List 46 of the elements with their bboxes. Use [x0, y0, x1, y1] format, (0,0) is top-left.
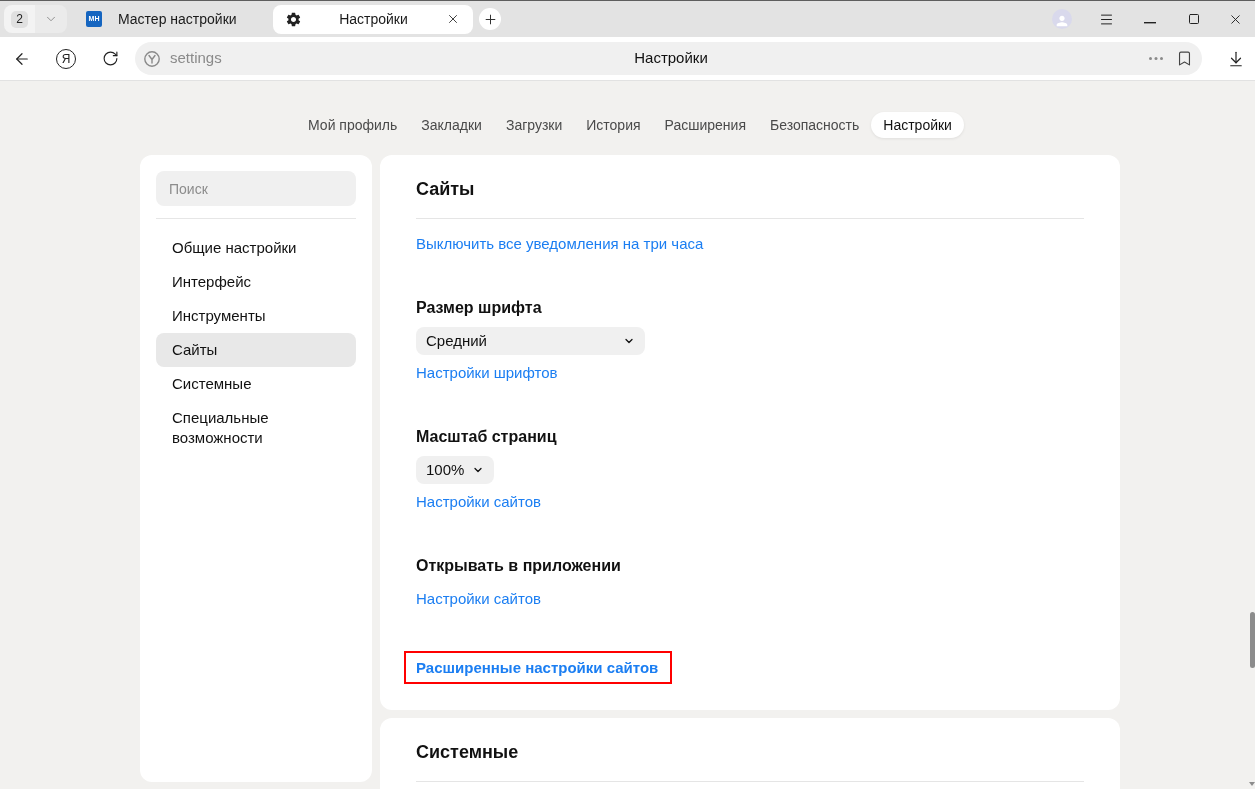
- tab-counter-button[interactable]: 2: [4, 5, 35, 33]
- menu-icon: [1098, 11, 1114, 27]
- sidebar-item[interactable]: Специальные возможности: [156, 401, 356, 455]
- sidebar-item[interactable]: Инструменты: [156, 299, 356, 333]
- nav-tab[interactable]: Мой профиль: [296, 112, 410, 138]
- close-icon: [446, 12, 460, 26]
- tab-title: Мастер настройки: [118, 9, 237, 29]
- scrollbar-thumb[interactable]: [1250, 612, 1255, 668]
- select-dropdown[interactable]: 100%: [416, 456, 495, 484]
- more-dots-icon: [1149, 57, 1163, 60]
- nav-tab[interactable]: Безопасность: [758, 112, 872, 138]
- sidebar-item[interactable]: Интерфейс: [156, 265, 356, 299]
- y-circle-icon: [144, 50, 160, 67]
- sidebar-item[interactable]: Общие настройки: [156, 231, 356, 265]
- browser-tab[interactable]: Настройки: [273, 4, 473, 34]
- nav-tab[interactable]: Загрузки: [493, 112, 575, 138]
- tab-title: Настройки: [338, 9, 409, 29]
- select-dropdown[interactable]: Средний: [416, 327, 645, 355]
- minimize-icon: [1144, 22, 1156, 24]
- nav-tab[interactable]: История: [574, 112, 653, 138]
- nav-tab[interactable]: Закладки: [409, 112, 494, 138]
- url-text: settings: [170, 48, 222, 69]
- new-tab-button[interactable]: [479, 8, 501, 30]
- nav-tab[interactable]: Настройки: [871, 112, 964, 138]
- setting-heading: Масштаб страниц: [416, 427, 557, 447]
- address-field[interactable]: settings Настройки: [135, 42, 1202, 75]
- settings-link[interactable]: Настройки шрифтов: [416, 362, 558, 383]
- maximize-icon: [1188, 13, 1200, 25]
- setting-heading: Открывать в приложении: [416, 556, 621, 576]
- page-title: Настройки: [634, 48, 708, 69]
- nav-tab[interactable]: Расширения: [652, 112, 758, 138]
- settings-icon: [285, 10, 302, 28]
- sidebar-item[interactable]: Сайты: [156, 333, 356, 367]
- scroll-down-arrow-icon: [1249, 782, 1255, 786]
- search-field[interactable]: Поиск: [156, 171, 356, 206]
- settings-link[interactable]: Расширенные настройки сайтов: [416, 657, 659, 678]
- settings-link[interactable]: Выключить все уведомления на три часа: [416, 233, 704, 254]
- sidebar-item[interactable]: Системные: [156, 367, 356, 401]
- reload-icon: [101, 50, 119, 67]
- section-title: Системные: [416, 741, 519, 764]
- plus-icon: [482, 11, 498, 27]
- setting-heading: Размер шрифта: [416, 298, 542, 318]
- section-title: Сайты: [416, 178, 475, 201]
- settings-link[interactable]: Настройки сайтов: [416, 588, 541, 609]
- settings-link[interactable]: Настройки сайтов: [416, 491, 541, 512]
- avatar-icon: [1052, 9, 1072, 29]
